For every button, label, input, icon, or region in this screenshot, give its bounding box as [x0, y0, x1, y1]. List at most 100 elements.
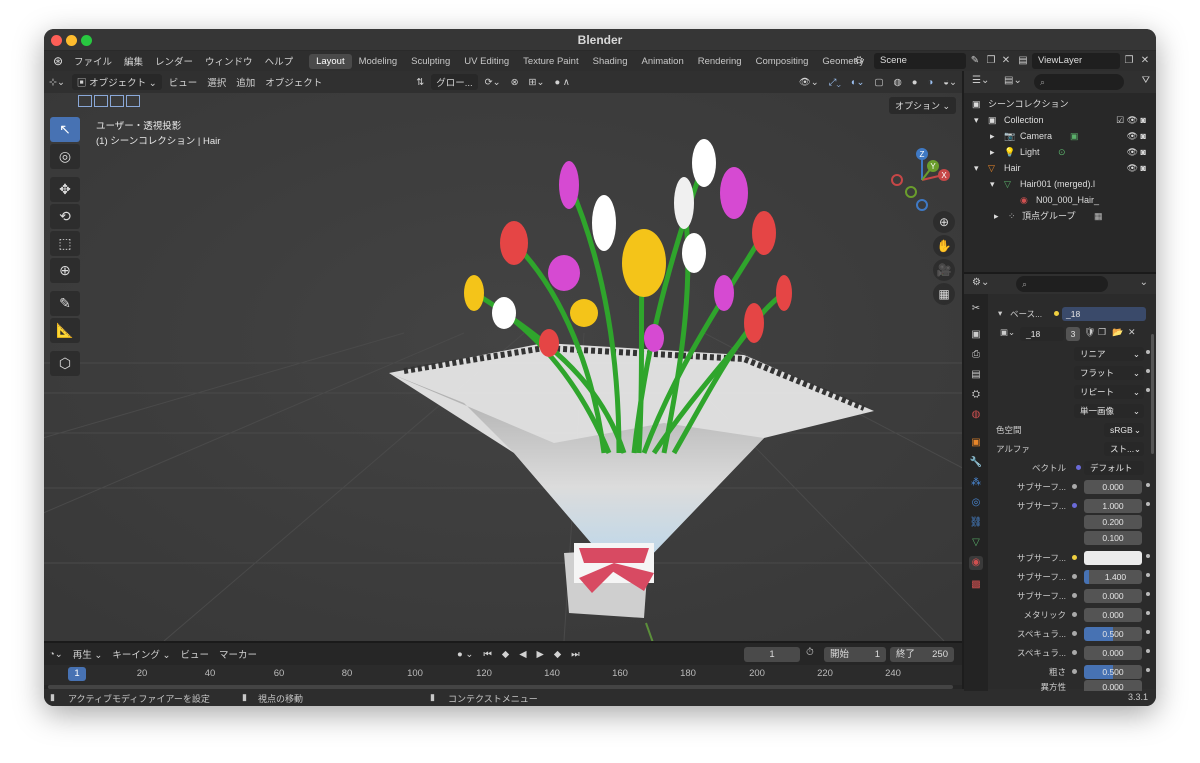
menu-select[interactable]: 選択 — [202, 75, 231, 89]
material-tab-icon[interactable]: ◉ — [969, 556, 983, 570]
transform-orientation-selector[interactable]: グロー... — [431, 74, 478, 90]
visibility-controls[interactable]: 👁 ◙ — [1127, 161, 1146, 176]
keyframe-dot-icon[interactable] — [1146, 668, 1150, 672]
properties-editor-icon[interactable]: ⚙⌄ — [972, 277, 989, 288]
zoom-icon[interactable]: ⊕ — [933, 211, 955, 233]
tab-shading[interactable]: Shading — [586, 54, 635, 69]
tab-rendering[interactable]: Rendering — [691, 54, 749, 69]
metallic-field[interactable]: 0.000 — [1084, 608, 1142, 622]
expand-arrow-icon[interactable]: ▾ — [974, 113, 979, 128]
base-color-row[interactable]: ▾ ベース... _18 — [992, 306, 1150, 322]
overlay-toggle-icon[interactable]: ◐⌄ — [846, 77, 870, 88]
visibility-controls[interactable]: 👁 ◙ — [1127, 145, 1146, 160]
menu-object[interactable]: オブジェクト — [260, 75, 327, 89]
blender-logo-icon[interactable]: ⊛ — [50, 54, 66, 68]
snap-target-icon[interactable]: ⊞⌄ — [524, 77, 550, 88]
tab-animation[interactable]: Animation — [634, 54, 690, 69]
subsurface-ior-field[interactable]: 1.400 — [1084, 570, 1142, 584]
scene-selector[interactable]: Scene — [874, 53, 966, 69]
prev-key-icon[interactable]: ◆ — [497, 649, 514, 660]
cursor-tool-icon[interactable]: ◎ — [50, 144, 80, 169]
rotate-tool-icon[interactable]: ⟲ — [50, 204, 80, 229]
jump-end-icon[interactable]: ⏭ — [566, 649, 585, 660]
jump-start-icon[interactable]: ⏮ — [478, 649, 497, 660]
display-mode-icon[interactable]: ▤⌄ — [1004, 75, 1022, 86]
gizmo-toggle-icon[interactable]: ⤢⌄ — [824, 77, 846, 88]
scene-tab-icon[interactable]: ⛭ — [969, 388, 983, 402]
expand-arrow-icon[interactable]: ▸ — [990, 129, 995, 144]
subsurface-radius-y-field[interactable]: 0.200 — [1084, 515, 1142, 529]
timeline-ruler[interactable]: 1 20 40 60 80 100 120 140 160 180 200 22… — [44, 665, 962, 685]
specular-field[interactable]: 0.500 — [1084, 627, 1142, 641]
pivot-icon[interactable]: ⟳⌄ — [480, 77, 506, 88]
colorspace-select[interactable]: sRGB ⌄ — [1104, 423, 1144, 437]
select-subtract-icon[interactable] — [110, 95, 124, 107]
properties-search-input[interactable]: ⌕ — [1016, 276, 1108, 292]
unlink-icon[interactable]: ✕ — [1128, 327, 1136, 338]
keyframe-dot-icon[interactable] — [1146, 502, 1150, 506]
menu-playback[interactable]: 再生 ⌄ — [68, 647, 108, 661]
physics-tab-icon[interactable]: ◎ — [969, 496, 983, 510]
shading-material-icon[interactable]: ◑ — [923, 77, 939, 88]
camera-view-icon[interactable]: 🎥 — [933, 259, 955, 281]
outliner-row-scene-collection[interactable]: ▣ シーンコレクション — [964, 97, 1156, 112]
vector-select[interactable]: デフォルト — [1084, 461, 1144, 475]
mode-selector[interactable]: ▣ オブジェクト ⌄ — [71, 74, 162, 90]
menu-window[interactable]: ウィンドウ — [199, 54, 259, 68]
outliner-row-material[interactable]: ◉ N00_000_Hair_ — [964, 193, 1156, 208]
keyframe-dot-icon[interactable] — [1146, 388, 1150, 392]
new-scene-icon[interactable]: ❐ — [984, 54, 998, 68]
move-tool-icon[interactable]: ✥ — [50, 177, 80, 202]
fake-user-icon[interactable]: 🛡 — [1084, 327, 1095, 338]
3d-viewport[interactable]: ↖ ◎ ✥ ⟲ ⬚ ⊕ ✎ 📐 ⬡ ユーザー・透視投影 (1) シーンコレクショ… — [44, 93, 962, 641]
world-tab-icon[interactable]: ◍ — [969, 408, 983, 422]
subsurface-radius-z-field[interactable]: 0.100 — [1084, 531, 1142, 545]
timeline-editor-icon[interactable]: ◔⌄ — [44, 649, 68, 660]
tab-sculpting[interactable]: Sculpting — [404, 54, 457, 69]
delete-scene-icon[interactable]: ✕ — [999, 54, 1013, 68]
outliner-row-hair-mesh[interactable]: ▾ ▽ Hair001 (merged).l — [964, 177, 1156, 192]
visibility-controls[interactable]: 👁 ◙ — [1127, 129, 1146, 144]
keyframe-dot-icon[interactable] — [1146, 573, 1150, 577]
view-layer-icon[interactable]: ▤ — [1016, 54, 1030, 68]
menu-add[interactable]: 追加 — [231, 75, 260, 89]
menu-render[interactable]: レンダー — [149, 54, 199, 68]
source-select[interactable]: 単一画像 ⌄ — [1074, 404, 1144, 418]
tab-texture-paint[interactable]: Texture Paint — [516, 54, 585, 69]
visibility-controls[interactable]: ☑ 👁 ◙ — [1116, 113, 1146, 128]
keyframe-dot-icon[interactable] — [1146, 630, 1150, 634]
menu-timeline-view[interactable]: ビュー — [175, 647, 214, 661]
expand-arrow-icon[interactable]: ▸ — [990, 145, 995, 160]
duplicate-icon[interactable]: ❐ — [1098, 327, 1106, 338]
pin-icon[interactable]: ✎ — [968, 54, 982, 68]
outliner-row-hair[interactable]: ▾ ▽ Hair 👁 ◙ — [964, 161, 1156, 176]
expand-arrow-icon[interactable]: ▾ — [974, 161, 979, 176]
add-cube-tool-icon[interactable]: ⬡ — [50, 351, 80, 376]
shading-solid-icon[interactable]: ● — [907, 77, 923, 88]
snap-icon[interactable]: ⊗ — [506, 77, 524, 88]
output-tab-icon[interactable]: ⎙ — [969, 348, 983, 362]
properties-menu-icon[interactable]: ⌄ — [1140, 277, 1148, 288]
select-intersect-icon[interactable] — [126, 95, 140, 107]
camera-data-icon[interactable]: ▣ — [1070, 129, 1079, 144]
outliner-row-vertex-groups[interactable]: ▸ ⁘ 頂点グループ ▦ — [964, 209, 1156, 224]
tab-layout[interactable]: Layout — [309, 53, 352, 69]
menu-help[interactable]: ヘルプ — [259, 54, 300, 68]
play-reverse-icon[interactable]: ◀ — [514, 649, 531, 660]
delete-view-layer-icon[interactable]: ✕ — [1138, 54, 1152, 68]
menu-edit[interactable]: 編集 — [118, 54, 149, 68]
projection-select[interactable]: フラット ⌄ — [1074, 366, 1144, 380]
select-box-tool-icon[interactable]: ↖ — [50, 117, 80, 142]
outliner-search-input[interactable]: ⌕ — [1034, 74, 1124, 90]
scale-tool-icon[interactable]: ⬚ — [50, 231, 80, 256]
new-view-layer-icon[interactable]: ❐ — [1122, 54, 1136, 68]
stopwatch-icon[interactable]: ⏱ — [806, 647, 814, 658]
extension-select[interactable]: リピート ⌄ — [1074, 385, 1144, 399]
constraints-tab-icon[interactable]: ⛓ — [969, 516, 983, 530]
outliner-row-collection[interactable]: ▾ ▣ Collection ☑ 👁 ◙ — [964, 113, 1156, 128]
play-icon[interactable]: ▶ — [532, 649, 549, 660]
roughness-field[interactable]: 0.500 — [1084, 665, 1142, 679]
current-frame-indicator[interactable]: 1 — [68, 667, 86, 681]
alpha-select[interactable]: スト... ⌄ — [1104, 442, 1144, 456]
vertex-group-data-icon[interactable]: ▦ — [1094, 209, 1103, 224]
